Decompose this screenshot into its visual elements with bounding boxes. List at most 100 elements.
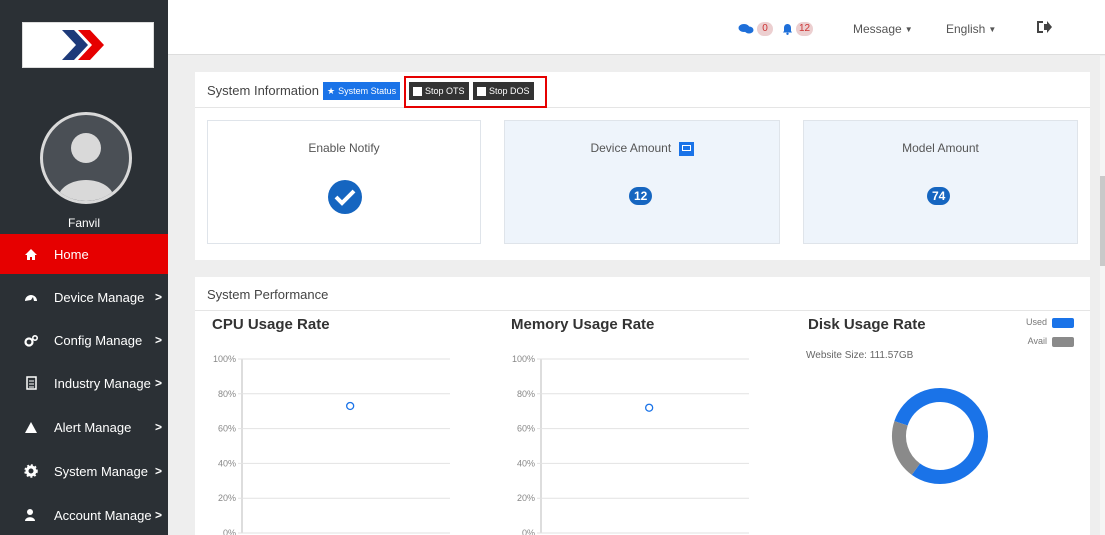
logo[interactable] <box>22 22 154 68</box>
language-label: English <box>946 22 986 36</box>
cpu-tick-label: 20% <box>218 493 236 503</box>
stop-dos-button[interactable]: Stop DOS <box>473 82 534 100</box>
checkbox-icon <box>477 86 486 96</box>
bell-icon <box>783 24 792 35</box>
users-icon <box>22 506 40 524</box>
memory-usage-chart: 100% 80% 60% 40% 20% 0% <box>512 354 749 535</box>
sidebar-item-label: Alert Manage <box>54 419 132 435</box>
memory-tick-label: 0% <box>522 528 535 535</box>
caret-down-icon: ▼ <box>904 24 913 34</box>
sidebar-item-label: System Manage <box>54 463 148 479</box>
memory-tick-label: 40% <box>517 458 535 468</box>
chevron-right-icon: > <box>154 290 162 304</box>
cpu-tick-label: 0% <box>223 528 236 535</box>
chevron-right-icon: > <box>154 376 162 390</box>
model-amount-label: Model Amount <box>902 141 979 155</box>
system-information-header: System Information ★ System Status Stop … <box>195 72 1090 108</box>
system-performance-header: System Performance <box>195 277 1090 311</box>
sidebar-item-label: Config Manage <box>54 332 143 348</box>
sidebar-item-label: Industry Manage <box>54 375 151 391</box>
comments-notification[interactable]: 0 <box>738 22 773 36</box>
scrollbar-thumb[interactable] <box>1100 176 1105 266</box>
sidebar: Fanvil Home Device Manage > Config Manag… <box>0 0 168 535</box>
memory-tick-label: 100% <box>512 354 535 364</box>
page-scrollbar[interactable] <box>1100 56 1105 535</box>
star-icon: ★ <box>327 85 336 96</box>
chevron-right-icon: > <box>154 333 162 347</box>
enable-notify-label: Enable Notify <box>308 141 380 155</box>
sidebar-item-system-manage[interactable]: System Manage > <box>0 451 168 491</box>
top-bar: 0 12 Message ▼ English ▼ <box>168 0 1105 55</box>
checkbox-icon <box>413 86 422 96</box>
system-information-title: System Information <box>207 83 319 98</box>
stop-ots-label: Stop OTS <box>425 86 465 96</box>
monitor-icon[interactable] <box>678 141 694 156</box>
document-icon <box>22 374 40 392</box>
caret-down-icon: ▼ <box>988 24 997 34</box>
chevron-right-icon: > <box>154 464 162 478</box>
cpu-data-point[interactable] <box>346 401 355 411</box>
memory-chart-title: Memory Usage Rate <box>511 316 655 333</box>
system-status-label: System Status <box>338 86 397 96</box>
model-amount-value: 74 <box>927 187 951 205</box>
memory-tick-label: 20% <box>517 493 535 503</box>
dashboard-icon <box>22 288 40 306</box>
device-amount-value: 12 <box>629 187 653 205</box>
sidebar-item-industry-manage[interactable]: Industry Manage > <box>0 363 168 403</box>
language-dropdown[interactable]: English ▼ <box>946 22 996 36</box>
memory-tick-label: 60% <box>517 424 535 434</box>
disk-usage-donut <box>892 388 988 484</box>
user-silhouette-icon <box>57 133 115 201</box>
message-label: Message <box>853 22 902 36</box>
comments-count-badge: 0 <box>757 22 773 36</box>
model-amount-card: Model Amount 74 <box>803 120 1078 244</box>
system-performance-panel: System Performance CPU Usage Rate 100% 80… <box>195 277 1090 535</box>
stop-ots-button[interactable]: Stop OTS <box>409 82 469 100</box>
warning-icon <box>22 418 40 436</box>
disk-chart-title: Disk Usage Rate <box>808 316 926 333</box>
legend-avail-swatch[interactable] <box>1052 337 1074 347</box>
sidebar-item-home[interactable]: Home <box>0 234 168 274</box>
legend-used-swatch[interactable] <box>1052 318 1074 328</box>
cpu-tick-label: 80% <box>218 389 236 399</box>
sidebar-item-device-manage[interactable]: Device Manage > <box>0 277 168 317</box>
device-amount-card: Device Amount 12 <box>504 120 780 244</box>
comments-icon <box>738 24 754 34</box>
message-dropdown[interactable]: Message ▼ <box>853 22 913 36</box>
cogs-icon <box>22 331 40 349</box>
enable-notify-card: Enable Notify <box>207 120 481 244</box>
logo-chevrons-icon <box>62 30 104 60</box>
sidebar-item-config-manage[interactable]: Config Manage > <box>0 320 168 360</box>
chevron-right-icon: > <box>154 420 162 434</box>
gear-icon <box>22 462 40 480</box>
sidebar-item-label: Account Manage <box>54 507 152 523</box>
website-size: Website Size: 111.57GB <box>806 350 914 361</box>
disk-slice-avail[interactable] <box>892 421 921 475</box>
device-amount-label: Device Amount <box>505 141 779 156</box>
sidebar-item-label: Device Manage <box>54 289 145 305</box>
user-name: Fanvil <box>67 216 100 230</box>
system-status-button[interactable]: ★ System Status <box>323 82 401 100</box>
stop-dos-label: Stop DOS <box>489 86 530 96</box>
home-icon <box>22 245 40 263</box>
sidebar-item-account-manage[interactable]: Account Manage > <box>0 495 168 535</box>
system-performance-title: System Performance <box>207 287 329 302</box>
memory-tick-label: 80% <box>517 389 535 399</box>
alerts-count-badge: 12 <box>796 22 814 36</box>
cpu-chart-title: CPU Usage Rate <box>212 316 330 333</box>
avatar <box>40 112 132 204</box>
cpu-usage-chart: 100% 80% 60% 40% 20% 0% <box>213 354 450 535</box>
check-circle-icon[interactable] <box>327 179 363 215</box>
sidebar-item-label: Home <box>54 246 89 262</box>
sidebar-item-alert-manage[interactable]: Alert Manage > <box>0 407 168 447</box>
legend-avail-label: Avail <box>1027 336 1047 346</box>
sign-out-icon <box>1037 21 1052 33</box>
system-information-panel: System Information ★ System Status Stop … <box>195 72 1090 260</box>
memory-data-point[interactable] <box>645 403 654 412</box>
logout-button[interactable] <box>1036 20 1052 34</box>
alerts-notification[interactable]: 12 <box>782 22 814 36</box>
cpu-tick-label: 100% <box>213 354 236 364</box>
legend-used-label: Used <box>1025 317 1047 327</box>
chevron-right-icon: > <box>154 508 162 522</box>
cpu-tick-label: 40% <box>218 458 236 468</box>
